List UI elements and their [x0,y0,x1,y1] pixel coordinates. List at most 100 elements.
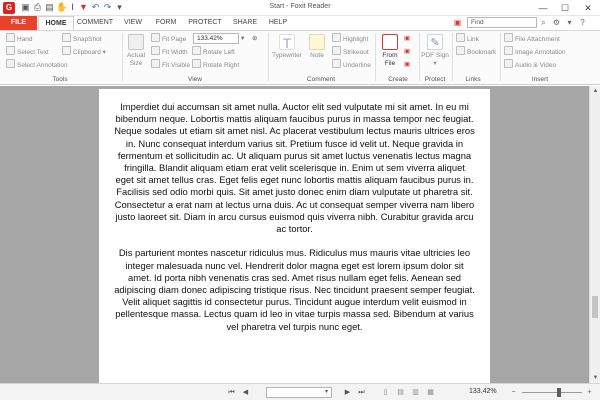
fit-page-label: Fit Page [162,36,187,43]
file-attachment-button[interactable]: File Attachment [504,33,560,44]
chevron-down-icon[interactable]: ▾ [322,388,331,397]
group-label-tools: Tools [52,76,68,83]
zoom-dropdown-icon[interactable]: ▾ [241,33,244,44]
customize-icon[interactable]: ▾ [114,2,125,13]
group-label-comment: Comment [306,76,336,83]
underline-icon [332,59,341,68]
typewriter-button[interactable]: T Typewriter [272,34,302,60]
divider [500,33,501,81]
tab-share[interactable]: SHARE [228,16,262,30]
scroll-down-icon[interactable]: ▼ [590,373,600,383]
combine-pdf-icon[interactable]: ▣ [404,46,410,57]
select-text-button[interactable]: Select Text [6,46,49,57]
save-icon[interactable]: ▤ [44,2,55,13]
fit-visible-button[interactable]: Fit Visible [151,59,190,70]
select-icon[interactable]: Ⅰ [67,2,78,13]
select-annotation-label: Select Annotation [17,62,68,69]
file-attachment-label: File Attachment [515,36,560,43]
tab-help[interactable]: HELP [264,16,292,30]
clipboard-button[interactable]: Clipboard ▾ [62,46,106,57]
create-pdf-icon[interactable]: ▣ [404,33,410,44]
zoom-slider-thumb[interactable] [557,388,562,397]
open-icon[interactable]: ▣ [20,2,31,13]
strikeout-label: Strikeout [343,49,369,56]
divider [375,33,376,81]
facing-view-icon[interactable]: ▥ [410,387,421,398]
pdf-sign-button[interactable]: ✎ PDF Sign ▾ [421,34,449,68]
image-annotation-button[interactable]: Image Annotation [504,46,566,57]
status-bar: ⏮ ◀ ▾ ▶ ⏭ ▯ ▤ ▥ ▦ 133.42% − + [0,383,600,400]
hand-label: Hand [17,36,33,43]
settings-icon[interactable]: ⚙ [551,17,562,28]
document-paragraph: Imperdiet dui accumsan sit amet nulla. A… [114,101,475,235]
minimize-button[interactable]: — [531,0,555,16]
tab-form[interactable]: FORM [150,16,182,30]
audio-video-button[interactable]: Audio & Video [504,59,556,70]
print-icon[interactable]: ⎙ [32,2,43,13]
maximize-button[interactable]: ☐ [553,0,577,16]
prev-page-button[interactable]: ◀ [240,387,251,398]
from-file-button[interactable]: From File [378,34,402,68]
hand-tool-button[interactable]: Hand [6,33,33,44]
scan-pdf-icon[interactable]: ▣ [404,59,410,70]
tab-file[interactable]: FILE [0,16,37,30]
select-annotation-button[interactable]: Select Annotation [6,59,68,70]
fit-width-button[interactable]: Fit Width [151,46,188,57]
underline-button[interactable]: Underline [332,59,371,70]
zoom-input[interactable]: 133.42% [193,33,239,44]
bookmark-button[interactable]: Bookmark [456,46,496,57]
fit-width-icon [151,46,160,55]
tab-view[interactable]: VIEW [118,16,148,30]
rotate-right-label: Rotate Right [203,62,240,69]
page-number-input[interactable]: ▾ [266,387,332,398]
document-viewport[interactable]: Imperdiet dui accumsan sit amet nulla. A… [0,86,589,383]
text-cursor-icon [6,46,15,55]
camera-icon [62,33,71,42]
next-page-button[interactable]: ▶ [342,387,353,398]
document-page[interactable]: Imperdiet dui accumsan sit amet nulla. A… [99,89,490,383]
fit-page-icon [151,33,160,42]
single-page-view-icon[interactable]: ▯ [380,387,391,398]
last-page-button[interactable]: ⏭ [356,387,367,398]
clipboard-label: Clipboard [73,49,101,56]
highlight-button[interactable]: Highlight [332,33,368,44]
link-button[interactable]: Link [456,33,479,44]
tab-protect[interactable]: PROTECT [185,16,225,30]
zoom-slider[interactable] [522,392,582,393]
pdf-sign-label: PDF Sign [421,52,449,59]
paperclip-icon [504,33,513,42]
continuous-facing-view-icon[interactable]: ▦ [425,387,436,398]
snapshot-button[interactable]: SnapShot [62,33,102,44]
undo-icon[interactable]: ↶ [90,2,101,13]
hand-icon[interactable]: ✋ [56,2,67,13]
rotate-right-button[interactable]: Rotate Right [192,59,239,70]
bookmark-icon [456,46,465,55]
tab-comment[interactable]: COMMENT [75,16,115,30]
actual-size-button[interactable]: Actual Size [124,34,148,68]
strikeout-button[interactable]: Strikeout [332,46,369,57]
search-icon[interactable]: ⌕ [538,17,549,28]
note-button[interactable]: Note [306,34,328,60]
scrollbar-thumb[interactable] [592,296,598,318]
redo-icon[interactable]: ↷ [102,2,113,13]
bookmark-icon[interactable]: ▼ [78,2,89,13]
search-input[interactable]: Find [467,17,537,28]
zoom-in-icon[interactable]: ⊕ [252,33,257,44]
rotate-left-button[interactable]: Rotate Left [192,46,235,57]
tab-home[interactable]: HOME [38,16,74,30]
zoom-out-button[interactable]: − [508,387,519,398]
close-button[interactable]: ✕ [576,0,600,16]
rotate-right-icon [192,59,201,68]
scroll-up-icon[interactable]: ▲ [590,86,600,96]
continuous-view-icon[interactable]: ▤ [395,387,406,398]
chevron-down-icon[interactable]: ▾ [564,17,575,28]
note-icon [309,34,325,50]
divider [419,33,420,81]
shopping-cart-icon[interactable]: ▣ [452,17,463,28]
first-page-button[interactable]: ⏮ [226,387,237,398]
help-icon[interactable]: ? [577,17,588,28]
actual-size-icon [128,34,144,50]
zoom-in-button[interactable]: + [584,387,595,398]
fit-page-button[interactable]: Fit Page [151,33,186,44]
vertical-scrollbar[interactable]: ▲ ▼ [589,86,600,383]
